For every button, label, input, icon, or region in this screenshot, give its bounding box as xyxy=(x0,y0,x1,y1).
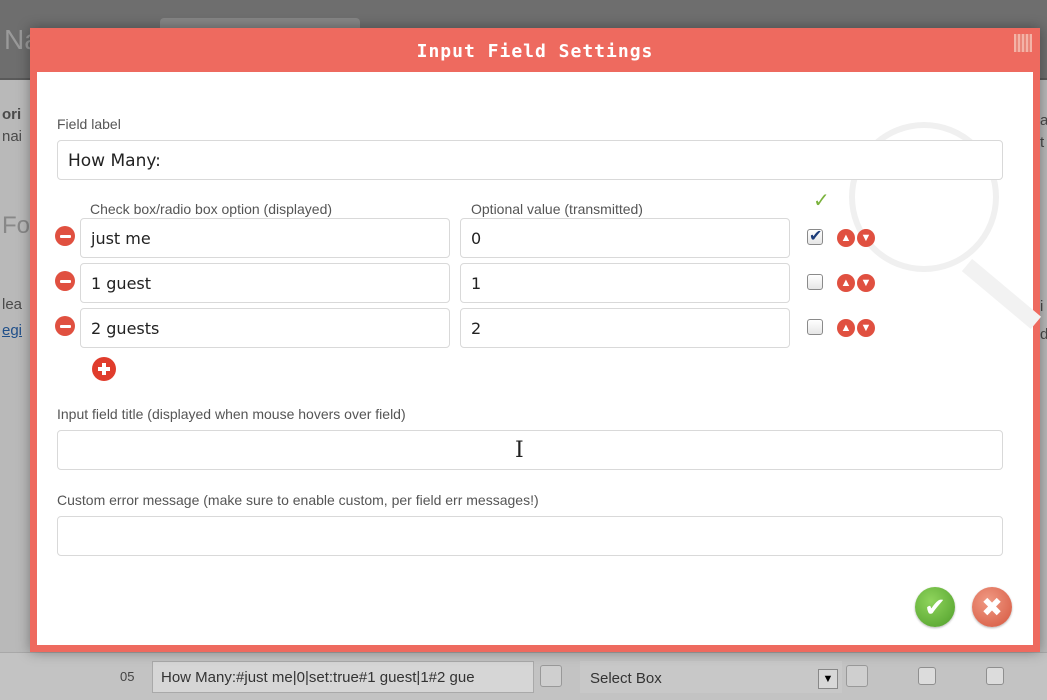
required-checkbox[interactable] xyxy=(918,667,936,685)
field-value-input[interactable]: How Many:#just me|0|set:true#1 guest|1#2… xyxy=(152,661,534,693)
option-value-input[interactable]: 0 xyxy=(460,218,790,258)
dialog-header[interactable]: Input Field Settings xyxy=(30,28,1040,72)
option-label-input[interactable]: just me xyxy=(80,218,450,258)
move-up-icon[interactable]: ▲ xyxy=(837,229,855,247)
move-up-icon[interactable]: ▲ xyxy=(837,274,855,292)
resize-grip-icon[interactable] xyxy=(1014,34,1032,52)
option-label-input[interactable]: 2 guests xyxy=(80,308,450,348)
background-link[interactable]: egi xyxy=(2,322,22,339)
option-value-input[interactable]: 2 xyxy=(460,308,790,348)
option-default-checkbox[interactable] xyxy=(807,226,823,246)
background-fragment: d xyxy=(1040,326,1047,343)
background-fragment: Fo xyxy=(2,212,31,239)
field-label-caption: Field label xyxy=(57,116,121,132)
background-fragment: a xyxy=(1040,112,1047,129)
move-down-icon[interactable]: ▼ xyxy=(857,274,875,292)
dialog-body: Field label How Many: Check box/radio bo… xyxy=(37,72,1042,645)
background-field-row: 05 How Many:#just me|0|set:true#1 guest|… xyxy=(0,652,1047,700)
background-fragment: i xyxy=(1040,298,1044,315)
background-fragment: nai xyxy=(2,128,23,145)
move-up-icon[interactable]: ▲ xyxy=(837,319,855,337)
option-column-header: Check box/radio box option (displayed) xyxy=(90,201,333,217)
cancel-button[interactable]: ✖ xyxy=(972,587,1012,627)
row-number: 05 xyxy=(120,669,135,684)
field-label-input[interactable]: How Many: xyxy=(57,140,1003,180)
option-default-checkbox[interactable] xyxy=(807,274,823,290)
text-cursor-icon: I xyxy=(515,438,524,463)
edit-button[interactable] xyxy=(846,665,868,687)
chevron-down-icon[interactable]: ▼ xyxy=(818,669,838,689)
background-fragment: t xyxy=(1040,134,1045,151)
background-fragment: lea xyxy=(2,296,23,313)
settings-button[interactable] xyxy=(540,665,562,687)
error-message-caption: Custom error message (make sure to enabl… xyxy=(57,492,539,508)
magnifier-watermark-handle xyxy=(961,258,1042,329)
remove-option-icon[interactable] xyxy=(55,226,75,246)
hidden-checkbox[interactable] xyxy=(986,667,1004,685)
value-column-header: Optional value (transmitted) xyxy=(471,201,643,217)
move-down-icon[interactable]: ▼ xyxy=(857,319,875,337)
field-type-select[interactable]: Select Box xyxy=(580,661,842,693)
field-title-input[interactable] xyxy=(57,430,1003,470)
title-field-caption: Input field title (displayed when mouse … xyxy=(57,406,406,422)
dialog-title: Input Field Settings xyxy=(416,41,654,62)
background-fragment: ori xyxy=(2,106,22,123)
remove-option-icon[interactable] xyxy=(55,316,75,336)
default-checkmark-icon: ✓ xyxy=(813,190,830,212)
error-message-input[interactable] xyxy=(57,516,1003,556)
option-label-input[interactable]: 1 guest xyxy=(80,263,450,303)
remove-option-icon[interactable] xyxy=(55,271,75,291)
input-field-settings-dialog: Input Field Settings Field label How Man… xyxy=(30,28,1042,652)
add-option-icon[interactable] xyxy=(92,357,116,381)
option-default-checkbox[interactable] xyxy=(807,319,823,335)
move-down-icon[interactable]: ▼ xyxy=(857,229,875,247)
confirm-button[interactable]: ✔ xyxy=(915,587,955,627)
option-value-input[interactable]: 1 xyxy=(460,263,790,303)
